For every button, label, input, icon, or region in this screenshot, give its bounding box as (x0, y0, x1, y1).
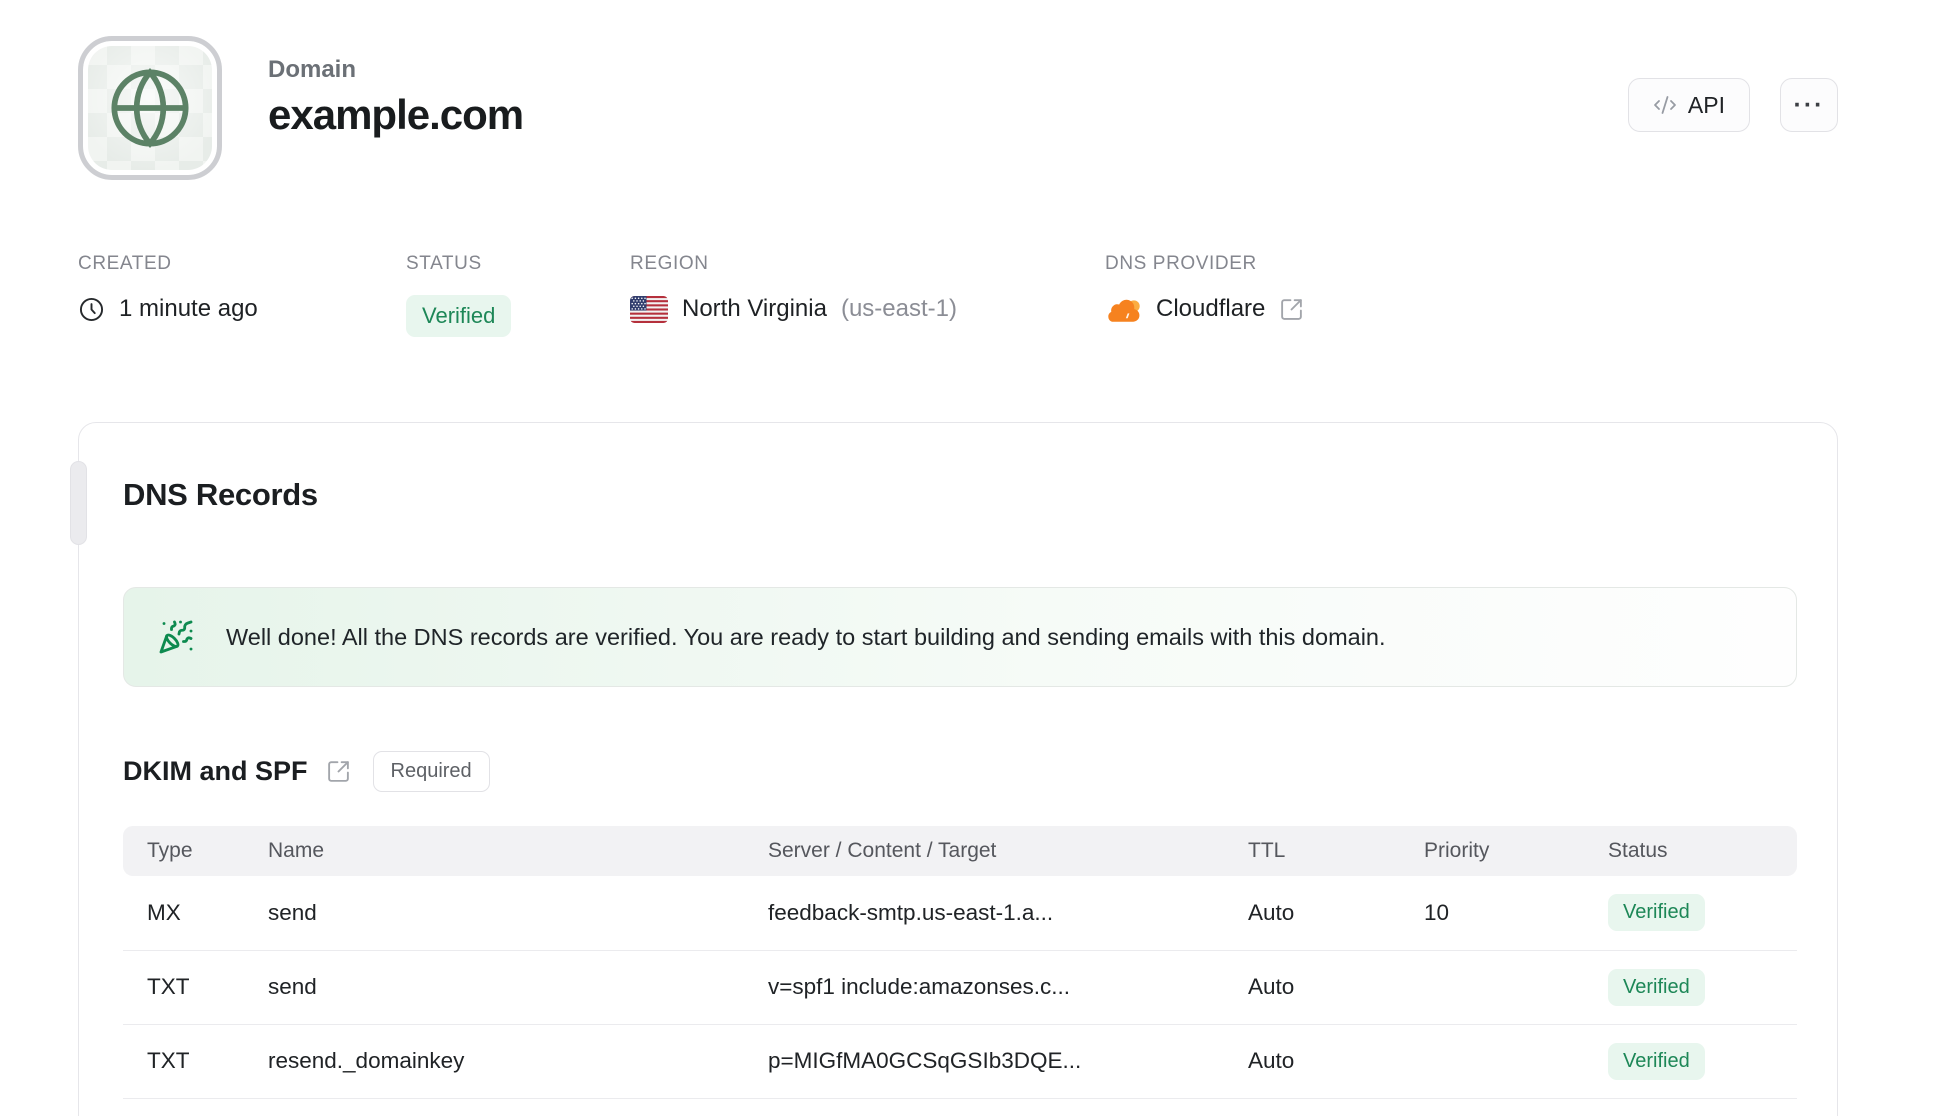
cell-priority (1424, 950, 1608, 1025)
created-value: 1 minute ago (119, 295, 258, 322)
api-button[interactable]: API (1627, 78, 1750, 132)
dns-provider-external-link[interactable] (1279, 297, 1304, 322)
cloudflare-icon (1108, 299, 1140, 322)
meta-dns-provider: DNS PROVIDER Cloudflare (1105, 253, 1304, 323)
table-row: MX send feedback-smtp.us-east-1.a... Aut… (123, 876, 1797, 951)
row-status-badge: Verified (1608, 894, 1705, 932)
cell-content: v=spf1 include:amazonses.c... (768, 950, 1248, 1025)
cell-priority (1424, 1024, 1608, 1099)
cell-priority: 10 (1424, 876, 1608, 951)
header-actions: API ··· (1627, 36, 1838, 132)
region-value: North Virginia (682, 295, 827, 322)
dns-records-table: Type Name Server / Content / Target TTL … (123, 826, 1797, 1099)
dns-records-card: DNS Records Well done! All the DNS recor… (70, 422, 1838, 1116)
cell-name: send (268, 950, 768, 1025)
success-banner: Well done! All the DNS records are verif… (123, 587, 1797, 687)
dns-provider-label: DNS PROVIDER (1105, 253, 1257, 274)
clock-icon (79, 297, 104, 321)
col-ttl: TTL (1248, 826, 1424, 876)
section-notch (70, 461, 87, 545)
meta-created: CREATED 1 minute ago (78, 253, 258, 323)
meta-status: STATUS Verified (406, 253, 512, 337)
cell-type: TXT (123, 950, 268, 1025)
row-status-badge: Verified (1608, 1042, 1705, 1080)
cell-name: resend._domainkey (268, 1024, 768, 1099)
required-badge: Required (372, 751, 490, 792)
domain-avatar (78, 36, 222, 180)
external-link-icon (327, 761, 349, 782)
page-eyebrow: Domain (268, 56, 357, 83)
dns-records-title: DNS Records (123, 477, 318, 512)
col-type: Type (123, 826, 268, 876)
region-code: (us-east-1) (840, 295, 957, 322)
status-label: STATUS (406, 253, 482, 274)
more-options-button[interactable]: ··· (1780, 78, 1838, 132)
dns-provider-value: Cloudflare (1156, 295, 1266, 322)
dkim-spf-title: DKIM and SPF (123, 756, 308, 786)
table-row: TXT send v=spf1 include:amazonses.c... A… (123, 950, 1797, 1025)
cell-content: p=MIGfMA0GCSqGSIb3DQE... (768, 1024, 1248, 1099)
cell-type: TXT (123, 1024, 268, 1099)
created-label: CREATED (78, 253, 172, 274)
col-priority: Priority (1424, 826, 1608, 876)
table-row: TXT resend._domainkey p=MIGfMA0GCSqGSIb3… (123, 1024, 1797, 1099)
party-popper-icon (159, 620, 193, 654)
page-title: example.com (268, 91, 524, 138)
domain-page: Domain example.com API ··· CREATED 1 min… (70, 36, 1838, 1116)
col-name: Name (268, 826, 768, 876)
cell-ttl: Auto (1248, 1024, 1424, 1099)
page-header: Domain example.com API ··· (78, 36, 1838, 180)
globe-icon (111, 67, 189, 149)
external-link-icon (1281, 298, 1303, 320)
cell-content: feedback-smtp.us-east-1.a... (768, 876, 1248, 951)
table-header-row: Type Name Server / Content / Target TTL … (123, 826, 1797, 876)
cell-type: MX (123, 876, 268, 951)
col-status: Status (1608, 826, 1797, 876)
api-button-label: API (1687, 91, 1725, 118)
us-flag-icon (630, 295, 668, 323)
cell-ttl: Auto (1248, 876, 1424, 951)
title-block: Domain example.com (268, 36, 524, 139)
dkim-spf-section-header: DKIM and SPF Required (123, 751, 1797, 792)
col-content: Server / Content / Target (768, 826, 1248, 876)
row-status-badge: Verified (1608, 968, 1705, 1006)
cell-name: send (268, 876, 768, 951)
status-badge: Verified (406, 295, 512, 337)
region-label: REGION (630, 253, 709, 274)
domain-meta: CREATED 1 minute ago STATUS Verified REG… (78, 253, 1838, 337)
dkim-spf-docs-link[interactable] (326, 759, 351, 784)
success-banner-text: Well done! All the DNS records are verif… (226, 623, 1386, 650)
meta-region: REGION North Virginia (us-east-1) (630, 253, 957, 323)
cell-ttl: Auto (1248, 950, 1424, 1025)
ellipsis-icon: ··· (1793, 90, 1825, 119)
code-icon (1654, 96, 1676, 114)
